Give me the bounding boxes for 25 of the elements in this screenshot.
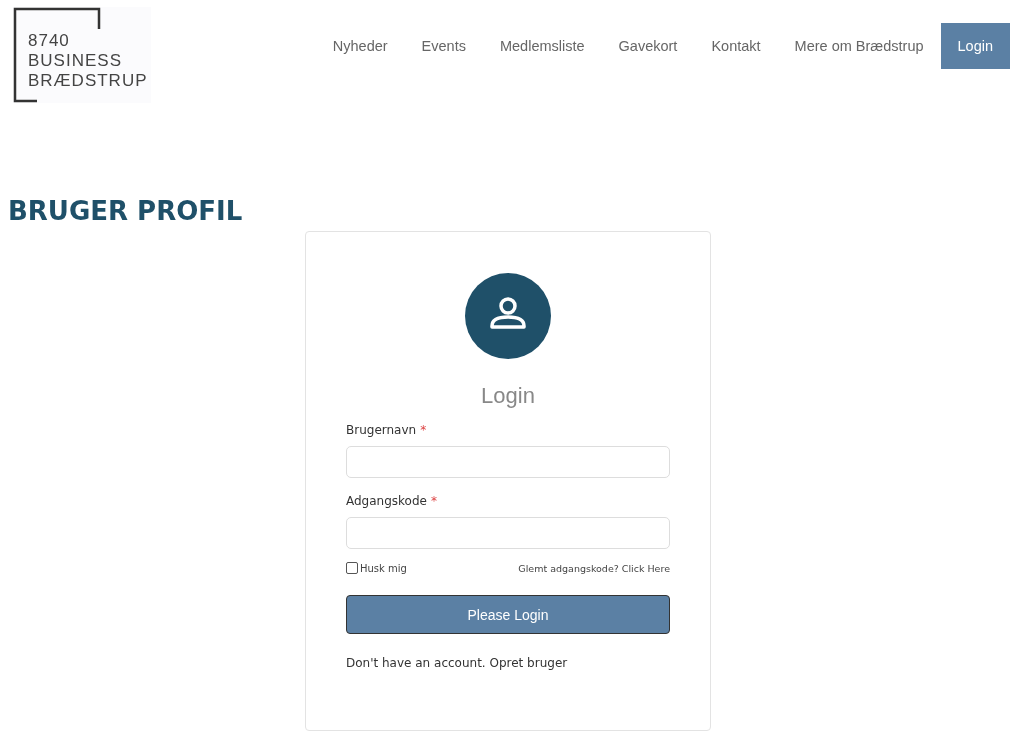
logo-text: 8740 xyxy=(28,31,71,51)
forgot-password-link[interactable]: Glemt adgangskode? Click Here xyxy=(518,562,670,574)
input-field[interactable] xyxy=(346,517,670,549)
login-button[interactable]: Please Login xyxy=(346,595,670,634)
page-title: BRUGER PROFIL xyxy=(8,195,244,228)
logo[interactable]: 8740 BUSINESS BRÆDSTRUP xyxy=(13,7,151,103)
logo-text: BRÆDSTRUP xyxy=(28,71,148,91)
nav-link[interactable]: Medlemsliste xyxy=(482,23,602,69)
nav-link[interactable]: Nyheder xyxy=(315,23,405,69)
user-avatar-icon xyxy=(465,273,551,359)
logo-text: BUSINESS xyxy=(28,51,123,71)
input-field[interactable] xyxy=(346,446,670,478)
nav-link[interactable]: Kontakt xyxy=(694,23,778,69)
checkbox-label: Husk mig xyxy=(360,562,407,574)
field-label: Brugernavn xyxy=(346,423,417,437)
field-label: Adgangskode xyxy=(346,494,427,508)
required-marker: * xyxy=(420,423,427,437)
login-heading: Login xyxy=(481,383,535,409)
signup-text: Don't have an account. Opret bruger xyxy=(346,656,569,670)
nav-link[interactable]: Mere om Brædstrup xyxy=(777,23,941,69)
required-marker: * xyxy=(430,494,437,508)
nav-link[interactable]: Gavekort xyxy=(601,23,695,69)
nav-link[interactable]: Events xyxy=(404,23,483,69)
nav-link[interactable]: Login xyxy=(940,23,1010,69)
checkbox[interactable] xyxy=(346,562,358,574)
